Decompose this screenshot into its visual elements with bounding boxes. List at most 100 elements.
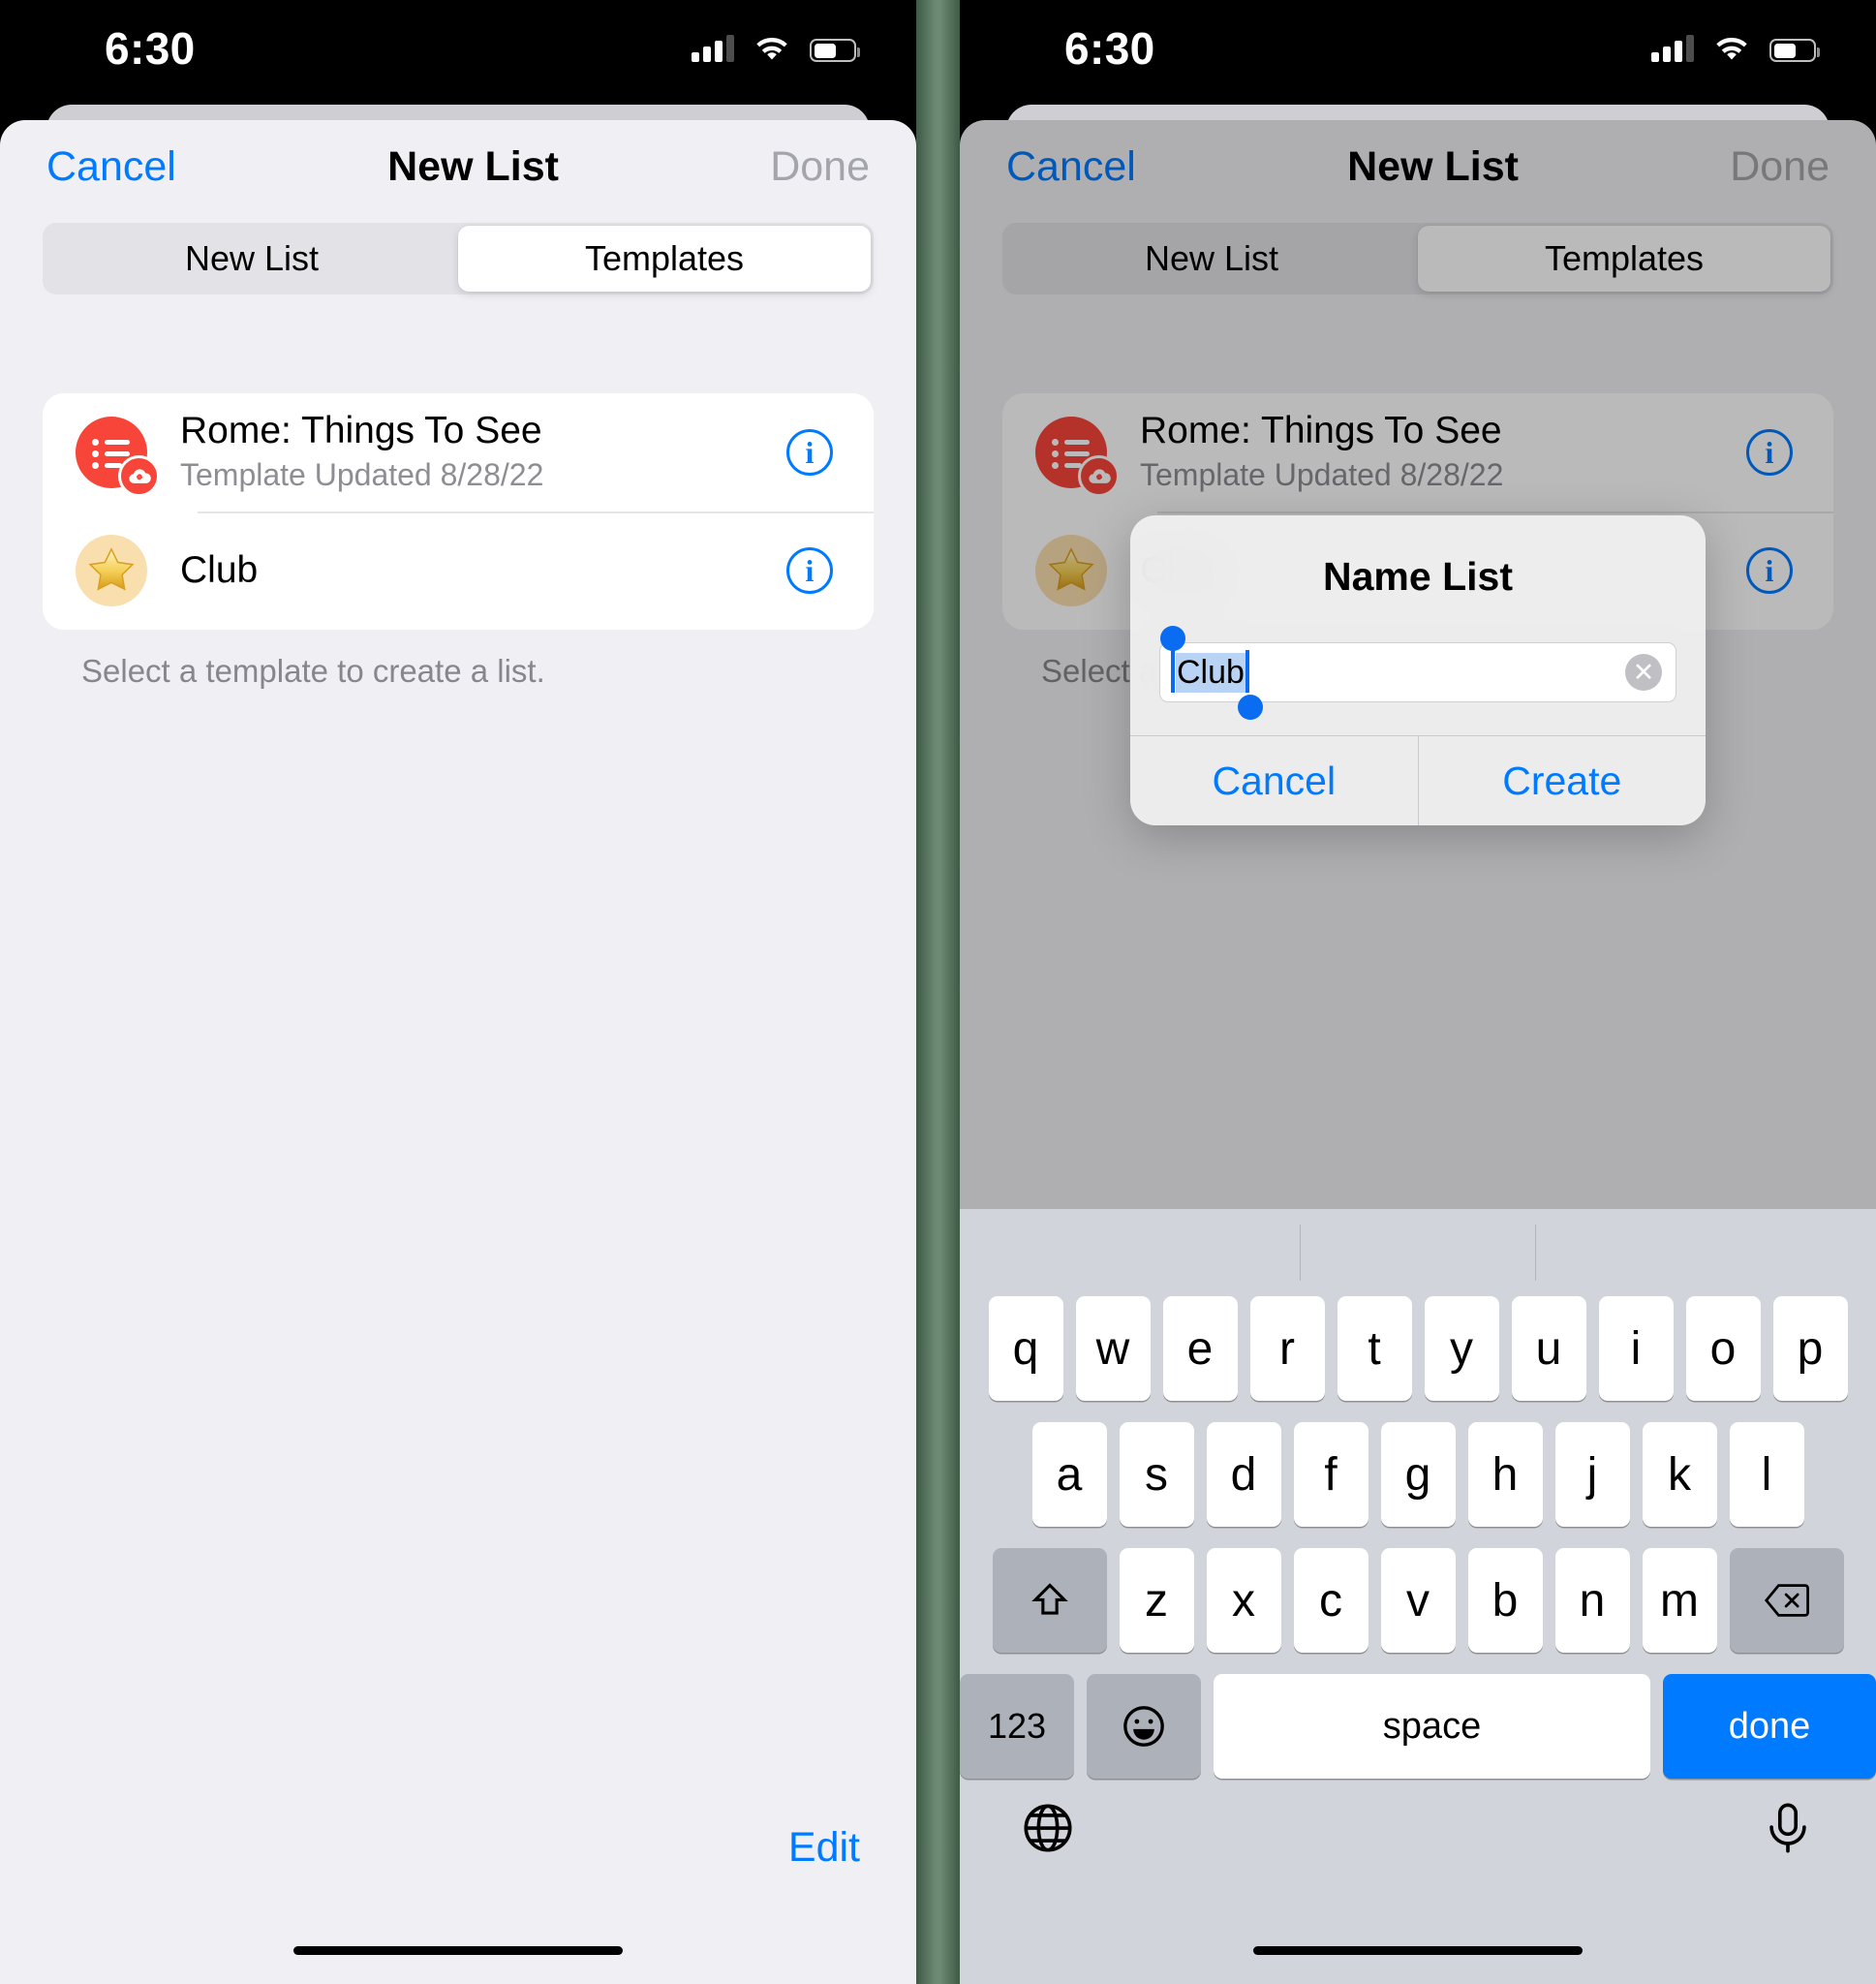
list-item[interactable]: Club i — [43, 512, 874, 630]
selection-caret-end — [1245, 649, 1249, 693]
list-caption: Select a template to create a list. — [81, 653, 545, 689]
predictive-text-bar — [960, 1209, 1876, 1296]
key-x[interactable]: x — [1206, 1548, 1281, 1653]
status-bar-left: 6:30 — [0, 0, 916, 97]
keyboard-row-1: q w e r t y u i o p — [960, 1296, 1876, 1401]
predictive-divider — [1299, 1224, 1302, 1281]
list-item[interactable]: Rome: Things To See Template Updated 8/2… — [43, 393, 874, 512]
list-name-input[interactable]: Club ✕ — [1159, 625, 1676, 720]
key-t[interactable]: t — [1337, 1296, 1412, 1401]
status-bar-right: 6:30 — [960, 0, 1876, 97]
key-w[interactable]: w — [1075, 1296, 1151, 1401]
clear-circle-icon[interactable]: ✕ — [1625, 654, 1662, 691]
status-indicators — [692, 35, 860, 62]
star-icon — [76, 535, 147, 606]
templates-list: Rome: Things To See Template Updated 8/2… — [43, 393, 874, 630]
status-clock: 6:30 — [105, 23, 196, 74]
keyboard-bottom-bar — [960, 1800, 1876, 1856]
info-circle-icon[interactable]: i — [786, 547, 833, 594]
list-item-subtitle: Template Updated 8/28/22 — [180, 457, 544, 493]
key-e[interactable]: e — [1162, 1296, 1238, 1401]
edit-toolbar: Edit — [0, 1824, 916, 1872]
home-indicator — [293, 1946, 623, 1955]
space-key-label: space — [1382, 1705, 1482, 1747]
done-button[interactable]: Done — [770, 143, 870, 191]
key-j[interactable]: j — [1554, 1422, 1630, 1527]
alert-create-button[interactable]: Create — [1417, 736, 1707, 825]
wifi-icon — [1716, 37, 1747, 60]
key-b[interactable]: b — [1467, 1548, 1543, 1653]
name-list-alert: Name List Club ✕ Cancel Create — [1130, 515, 1706, 825]
edit-button[interactable]: Edit — [788, 1824, 860, 1871]
wifi-icon — [756, 37, 787, 60]
segmented-control[interactable]: New List Templates — [43, 223, 874, 294]
key-f[interactable]: f — [1293, 1422, 1369, 1527]
key-i[interactable]: i — [1598, 1296, 1674, 1401]
battery-icon — [810, 39, 860, 62]
key-r[interactable]: r — [1249, 1296, 1325, 1401]
keyboard-row-3: z x c v b n m — [960, 1548, 1876, 1653]
backspace-icon[interactable] — [1729, 1548, 1844, 1653]
predictive-divider — [1534, 1224, 1537, 1281]
key-p[interactable]: p — [1772, 1296, 1848, 1401]
tab-templates[interactable]: Templates — [458, 226, 871, 292]
info-circle-icon[interactable]: i — [786, 429, 833, 476]
key-o[interactable]: o — [1685, 1296, 1761, 1401]
alert-cancel-button[interactable]: Cancel — [1130, 736, 1418, 825]
page-title: New List — [387, 142, 559, 190]
selection-caret-start — [1171, 649, 1175, 693]
sheet-navbar: Cancel New List Done — [0, 120, 916, 213]
key-q[interactable]: q — [988, 1296, 1063, 1401]
keyboard-row-4: 123 space done — [960, 1674, 1876, 1779]
keyboard-row-2: a s d f g h j k l — [960, 1422, 1876, 1527]
key-z[interactable]: z — [1119, 1548, 1194, 1653]
key-v[interactable]: v — [1380, 1548, 1456, 1653]
key-m[interactable]: m — [1642, 1548, 1717, 1653]
screenshot-stage: 6:30 Cancel New List Done New List Templ… — [0, 0, 1876, 1984]
cellular-bars-icon — [692, 35, 734, 62]
status-clock: 6:30 — [1064, 23, 1155, 74]
alert-actions: Cancel Create — [1130, 735, 1706, 825]
microphone-icon[interactable] — [1760, 1800, 1816, 1856]
alert-body: Name List Club ✕ — [1130, 515, 1706, 735]
selection-handle-end[interactable] — [1237, 694, 1263, 720]
list-bullets-icon — [76, 417, 160, 497]
cancel-button[interactable]: Cancel — [46, 143, 176, 191]
status-indicators — [1651, 35, 1820, 62]
tab-new-list[interactable]: New List — [46, 226, 458, 292]
key-k[interactable]: k — [1642, 1422, 1717, 1527]
key-g[interactable]: g — [1380, 1422, 1456, 1527]
onscreen-keyboard: q w e r t y u i o p a s d f g h j k l z … — [960, 1209, 1876, 1984]
list-item-title: Rome: Things To See — [180, 410, 542, 452]
key-c[interactable]: c — [1293, 1548, 1369, 1653]
shift-arrow-icon[interactable] — [992, 1548, 1107, 1653]
key-d[interactable]: d — [1206, 1422, 1281, 1527]
new-list-sheet: Cancel New List Done New List Templates — [0, 120, 916, 1984]
pane-divider — [916, 0, 960, 1984]
selection-handle-start[interactable] — [1160, 625, 1185, 651]
list-item-title: Club — [180, 548, 259, 591]
globe-icon[interactable] — [1020, 1800, 1076, 1856]
key-a[interactable]: a — [1031, 1422, 1107, 1527]
done-key[interactable]: done — [1663, 1674, 1876, 1779]
key-n[interactable]: n — [1554, 1548, 1630, 1653]
phone-screen-left: 6:30 Cancel New List Done New List Templ… — [0, 0, 916, 1984]
list-name-value: Club — [1160, 625, 1263, 720]
key-y[interactable]: y — [1424, 1296, 1499, 1401]
key-s[interactable]: s — [1119, 1422, 1194, 1527]
numbers-key[interactable]: 123 — [960, 1674, 1074, 1779]
battery-icon — [1769, 39, 1820, 62]
list-item-text: Rome: Things To See Template Updated 8/2… — [180, 409, 786, 496]
emoji-smiley-icon[interactable] — [1087, 1674, 1201, 1779]
phone-screen-right: 6:30 Cancel New List Done New List Templ… — [960, 0, 1876, 1984]
cloud-link-icon — [118, 455, 160, 497]
row-separator — [198, 512, 874, 513]
alert-title: Name List — [1323, 554, 1513, 599]
key-h[interactable]: h — [1467, 1422, 1543, 1527]
list-item-text: Club — [180, 548, 786, 593]
space-key[interactable]: space — [1214, 1674, 1650, 1779]
cellular-bars-icon — [1651, 35, 1694, 62]
key-l[interactable]: l — [1729, 1422, 1804, 1527]
key-u[interactable]: u — [1511, 1296, 1586, 1401]
home-indicator — [1253, 1946, 1583, 1955]
